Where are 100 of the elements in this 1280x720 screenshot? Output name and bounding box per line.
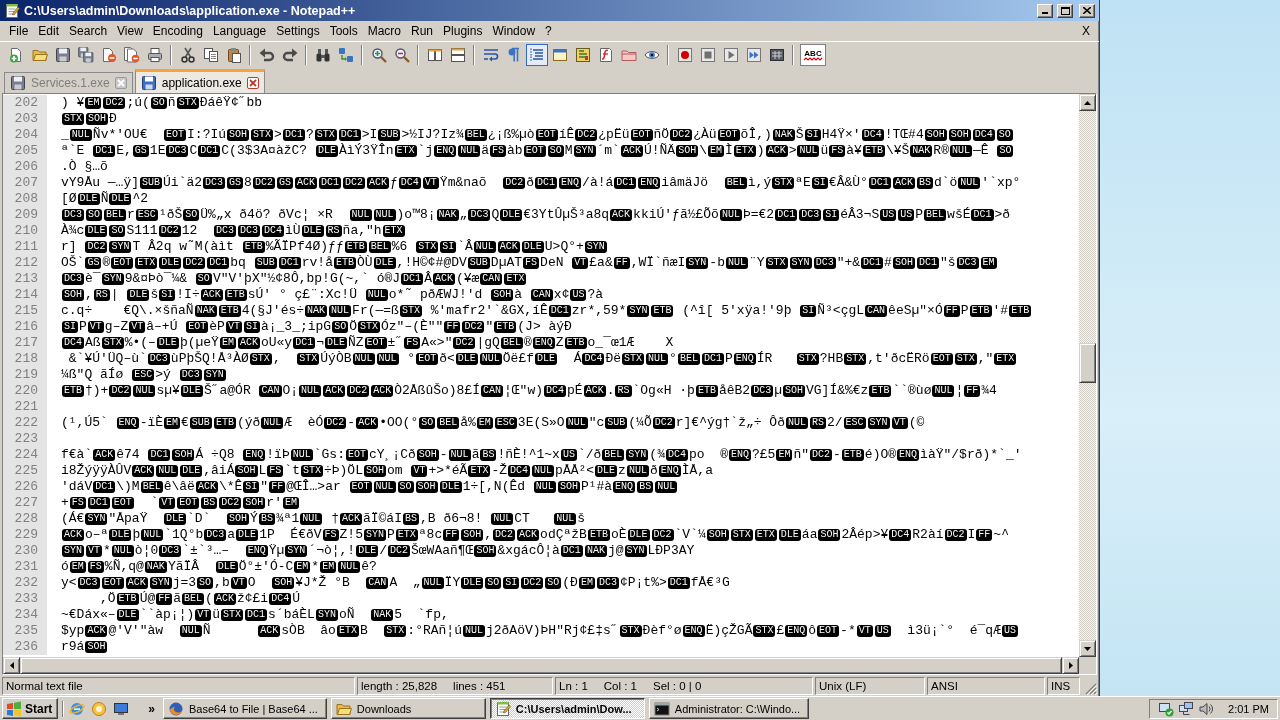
- code-text: Â: [424, 271, 432, 286]
- clipboard-icon[interactable]: [225, 46, 242, 63]
- scrollbar-thumb[interactable]: [20, 657, 1062, 674]
- stop-icon[interactable]: [699, 46, 716, 63]
- floppy-disks-icon[interactable]: [77, 46, 94, 63]
- menu-item[interactable]: Macro: [362, 22, 406, 40]
- menu-item[interactable]: Encoding: [147, 22, 208, 40]
- close-icon[interactable]: [246, 76, 259, 89]
- control-character-badge: SYN: [149, 577, 172, 589]
- spell-check-button[interactable]: ABC: [800, 43, 826, 66]
- taskbar-button[interactable]: Administrator: C:\Windo...: [648, 698, 810, 719]
- code-text: o*˜ pðÆWJ!'d: [388, 287, 484, 302]
- line-number: 209: [3, 207, 47, 223]
- grid-icon[interactable]: [768, 46, 785, 63]
- control-character-badge: RS: [809, 417, 826, 429]
- scroll-left-button[interactable]: [3, 657, 20, 674]
- line-number: 205: [3, 143, 47, 159]
- control-character-badge: VT: [87, 321, 104, 333]
- minimize-button[interactable]: [1037, 3, 1053, 18]
- control-character-badge: DC4: [889, 529, 912, 541]
- menu-item[interactable]: File: [4, 22, 34, 40]
- close-files-icon[interactable]: [123, 46, 140, 63]
- close-document-button[interactable]: X: [1082, 24, 1090, 38]
- play-icon[interactable]: [722, 46, 739, 63]
- fast-forward-icon[interactable]: [745, 46, 762, 63]
- taskbar-button[interactable]: Base64 to File | Base64 ...: [163, 698, 327, 719]
- record-icon[interactable]: [676, 46, 693, 63]
- close-file-icon[interactable]: [100, 46, 117, 63]
- network-icon[interactable]: [1178, 700, 1195, 717]
- clock-text[interactable]: 2:01 PM: [1228, 702, 1269, 715]
- code-text: â–+Ú: [146, 319, 179, 334]
- caret-left-icon: [9, 662, 14, 669]
- quick-launch-chevron[interactable]: »: [138, 701, 160, 716]
- undo-icon[interactable]: [258, 46, 275, 63]
- window-icon[interactable]: [551, 46, 568, 63]
- control-character-badge: ACK: [93, 449, 116, 461]
- zoom-out-icon[interactable]: [393, 46, 410, 63]
- menu-item[interactable]: Language: [207, 22, 272, 40]
- control-character-badge: SYN: [626, 449, 649, 461]
- close-icon[interactable]: [114, 77, 127, 89]
- menu-item[interactable]: Window: [487, 22, 541, 40]
- monitor-check-icon[interactable]: [1158, 700, 1175, 717]
- code-text: þ: [132, 527, 141, 542]
- scrollbar-thumb[interactable]: [1079, 343, 1096, 383]
- code-text: Ñ: [202, 623, 212, 638]
- maximize-button[interactable]: [1057, 3, 1073, 18]
- scroll-right-button[interactable]: [1062, 657, 1079, 674]
- start-button[interactable]: Start: [2, 698, 59, 719]
- menu-item[interactable]: View: [112, 22, 148, 40]
- code-text: sÒB âo: [281, 623, 336, 638]
- tab[interactable]: application.exe: [134, 69, 265, 93]
- control-character-badge: VT: [86, 545, 103, 557]
- copy-icon[interactable]: [202, 46, 219, 63]
- control-character-badge: DC3: [159, 545, 182, 557]
- speaker-icon[interactable]: [1198, 700, 1215, 717]
- menu-item[interactable]: Search: [64, 22, 113, 40]
- control-character-badge: DC1: [535, 177, 558, 189]
- menu-item[interactable]: Plugins: [438, 22, 488, 40]
- round-app-icon[interactable]: [91, 700, 108, 717]
- taskbar-button[interactable]: C:\Users\admin\Dow...: [489, 698, 645, 719]
- map-icon[interactable]: [574, 46, 591, 63]
- function-list-icon[interactable]: [597, 46, 614, 63]
- menu-item[interactable]: Tools: [324, 22, 363, 40]
- control-character-badge: SOH: [243, 497, 266, 509]
- control-character-badge: SOH: [415, 481, 438, 493]
- code-text: ªE: [795, 175, 811, 190]
- code-text: $yp: [61, 623, 85, 638]
- menu-item[interactable]: Run: [406, 22, 439, 40]
- split-vertical-icon[interactable]: [426, 46, 443, 63]
- code-text: -ïÈ: [139, 415, 164, 430]
- menu-item[interactable]: Settings: [271, 22, 325, 40]
- control-character-badge: DC4: [544, 385, 567, 397]
- code-text: ¨Y: [749, 255, 765, 270]
- code-text: rv!å: [301, 255, 333, 270]
- zoom-in-icon[interactable]: [370, 46, 387, 63]
- control-character-badge: NAK: [144, 561, 167, 573]
- scroll-up-button[interactable]: [1079, 94, 1096, 111]
- control-character-badge: DC2: [493, 529, 516, 541]
- binoculars-icon[interactable]: [314, 46, 331, 63]
- code-text: Š: [795, 127, 804, 142]
- close-button[interactable]: [1079, 3, 1095, 18]
- code-text: Ðèf°ø: [642, 623, 682, 638]
- redo-icon[interactable]: [281, 46, 298, 63]
- control-character-badge: SYN: [315, 609, 338, 621]
- browser-icon: [168, 700, 185, 717]
- code-text: VG]Í&%€z: [806, 383, 869, 398]
- replace-icon[interactable]: [337, 46, 354, 63]
- printer-icon[interactable]: [146, 46, 163, 63]
- desktop-icon[interactable]: [113, 700, 130, 717]
- menu-item[interactable]: Edit: [33, 22, 65, 40]
- split-horizontal-icon[interactable]: [449, 46, 466, 63]
- resize-grip-icon[interactable]: [1085, 683, 1097, 695]
- toggle-button[interactable]: [525, 43, 548, 66]
- code-text: `: [149, 495, 159, 510]
- control-character-badge: EOT: [111, 257, 134, 269]
- taskbar-button[interactable]: Downloads: [330, 698, 486, 719]
- scroll-down-button[interactable]: [1079, 640, 1096, 657]
- control-character-badge: SYN: [109, 241, 132, 253]
- scissors-icon[interactable]: [179, 46, 196, 63]
- menu-item[interactable]: ?: [540, 22, 557, 40]
